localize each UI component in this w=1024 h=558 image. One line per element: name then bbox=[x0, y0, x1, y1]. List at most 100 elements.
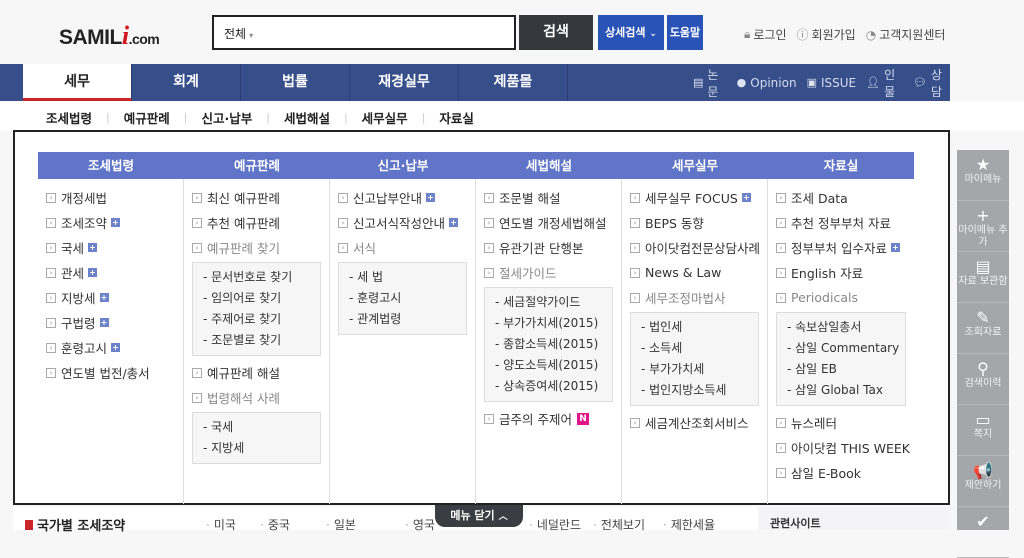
menu-item[interactable]: › 세금계산조회서비스 bbox=[622, 410, 767, 435]
country-link[interactable]: · 영국 bbox=[405, 516, 435, 533]
search-input[interactable]: 전체 ▾ bbox=[212, 15, 516, 50]
submenu-item[interactable]: - 소득세 bbox=[641, 338, 758, 359]
menu-item[interactable]: › 지방세 + bbox=[38, 285, 183, 310]
quick-menu-item[interactable]: ▭ 쪽지 bbox=[957, 405, 1009, 456]
submenu-item[interactable]: - 임의어로 찾기 bbox=[203, 288, 320, 309]
quick-menu-item[interactable]: + 마이메뉴 추가 bbox=[957, 201, 1009, 252]
quick-menu-item[interactable]: 📢 제안하기 bbox=[957, 456, 1009, 507]
menu-item[interactable]: › 유관기관 단행본 bbox=[476, 235, 621, 260]
submenu-item[interactable]: - 삼일 Global Tax bbox=[787, 380, 905, 401]
login-link[interactable]: 🔒︎ 로그인 bbox=[744, 26, 787, 43]
menu-item[interactable]: › 아이닷컴전문상담사례 bbox=[622, 235, 767, 260]
nav-tab-tax[interactable]: 세무 bbox=[23, 64, 132, 101]
quick-menu-item[interactable]: ✎ 조회자료 bbox=[957, 303, 1009, 354]
nav-link-papers[interactable]: ▤ 논문 bbox=[693, 66, 727, 100]
submenu-item[interactable]: - 법인세 bbox=[641, 317, 758, 338]
menu-item[interactable]: › 개정세법 bbox=[38, 185, 183, 210]
country-link[interactable]: · 일본 bbox=[326, 516, 356, 533]
menu-item[interactable]: › 구법령 + bbox=[38, 310, 183, 335]
country-link[interactable]: · 미국 bbox=[206, 516, 236, 533]
subnav-item[interactable]: 세법해설 bbox=[284, 108, 330, 127]
expand-plus-icon[interactable]: + bbox=[890, 243, 900, 252]
subnav-item[interactable]: 조세법령 bbox=[46, 108, 92, 127]
help-button[interactable]: 도움말 bbox=[667, 15, 703, 50]
menu-item[interactable]: › 절세가이드 bbox=[476, 260, 621, 285]
menu-item[interactable]: › 삼일 E-Book bbox=[768, 460, 914, 485]
nav-tab-accounting[interactable]: 회계 bbox=[132, 64, 241, 101]
menu-item[interactable]: › 조세 Data bbox=[768, 185, 914, 210]
site-logo[interactable]: SAMILi.com bbox=[59, 21, 160, 51]
menu-item[interactable]: › 연도별 법전/총서 bbox=[38, 360, 183, 385]
nav-tab-shop[interactable]: 제품몰 bbox=[459, 64, 568, 101]
submenu-item[interactable]: - 속보삼일총서 bbox=[787, 317, 905, 338]
menu-item[interactable]: › 정부부처 입수자료 + bbox=[768, 235, 914, 260]
menu-item[interactable]: › News & Law bbox=[622, 260, 767, 285]
menu-column-header[interactable]: 신고·납부 bbox=[330, 152, 476, 179]
signup-link[interactable]: ⓘ 회원가입 bbox=[797, 26, 856, 43]
menu-item[interactable]: › 예규판례 찾기 bbox=[184, 235, 329, 260]
nav-tab-law[interactable]: 법률 bbox=[241, 64, 350, 101]
submenu-item[interactable]: - 지방세 bbox=[203, 438, 320, 459]
country-link[interactable]: · 네덜란드 bbox=[529, 516, 581, 533]
menu-item[interactable]: › 훈령고시 + bbox=[38, 335, 183, 360]
country-link[interactable]: · 중국 bbox=[260, 516, 290, 533]
submenu-item[interactable]: - 세금절약가이드 bbox=[495, 292, 612, 313]
menu-item[interactable]: › 추천 예규판례 bbox=[184, 210, 329, 235]
country-link[interactable]: · 제한세율 bbox=[663, 516, 715, 533]
submenu-item[interactable]: - 세 법 bbox=[349, 267, 466, 288]
subnav-item[interactable]: 자료실 bbox=[439, 108, 474, 127]
menu-item[interactable]: › BEPS 동향 bbox=[622, 210, 767, 235]
nav-link-consult[interactable]: 💬︎ 상담 bbox=[913, 66, 950, 100]
support-link[interactable]: ◔ 고객지원센터 bbox=[866, 26, 946, 43]
submenu-item[interactable]: - 양도소득세(2015) bbox=[495, 355, 612, 376]
menu-item[interactable]: › 관세 + bbox=[38, 260, 183, 285]
subnav-item[interactable]: 예규판례 bbox=[124, 108, 170, 127]
expand-plus-icon[interactable]: + bbox=[111, 343, 121, 352]
nav-link-people[interactable]: 👤︎ 인물 bbox=[866, 66, 903, 100]
submenu-item[interactable]: - 문서번호로 찾기 bbox=[203, 267, 320, 288]
subnav-item[interactable]: 신고·납부 bbox=[201, 108, 252, 127]
submenu-item[interactable]: - 부가가치세(2015) bbox=[495, 313, 612, 334]
menu-column-header[interactable]: 자료실 bbox=[768, 152, 914, 179]
search-scope-select[interactable]: 전체 ▾ bbox=[224, 25, 253, 42]
submenu-item[interactable]: - 종합소득세(2015) bbox=[495, 334, 612, 355]
nav-link-issue[interactable]: ▣ ISSUE bbox=[807, 76, 857, 90]
menu-item[interactable]: › 금주의 주제어 N bbox=[476, 406, 621, 431]
detail-search-button[interactable]: 상세검색 ⌄ bbox=[598, 15, 664, 50]
expand-plus-icon[interactable]: + bbox=[449, 218, 459, 227]
submenu-item[interactable]: - 삼일 Commentary bbox=[787, 338, 905, 359]
expand-plus-icon[interactable]: + bbox=[111, 218, 121, 227]
submenu-item[interactable]: - 삼일 EB bbox=[787, 359, 905, 380]
expand-plus-icon[interactable]: + bbox=[741, 193, 751, 202]
quick-menu-item[interactable]: ⚲ 검색이력 bbox=[957, 354, 1009, 405]
menu-item[interactable]: › 뉴스레터 bbox=[768, 410, 914, 435]
submenu-item[interactable]: - 국세 bbox=[203, 417, 320, 438]
country-treaty-title[interactable]: 국가별 조세조약 bbox=[25, 515, 125, 534]
menu-column-header[interactable]: 세법해설 bbox=[476, 152, 622, 179]
menu-column-header[interactable]: 세무실무 bbox=[622, 152, 768, 179]
submenu-item[interactable]: - 부가가치세 bbox=[641, 359, 758, 380]
close-menu-button[interactable]: 메뉴 닫기 ︿ bbox=[435, 505, 523, 527]
menu-item[interactable]: › 서식 bbox=[330, 235, 475, 260]
nav-link-opinion[interactable]: ● Opinion bbox=[737, 76, 797, 90]
expand-plus-icon[interactable]: + bbox=[88, 243, 98, 252]
nav-tab-finance-practice[interactable]: 재경실무 bbox=[350, 64, 459, 101]
subnav-item[interactable]: 세무실무 bbox=[362, 108, 408, 127]
menu-item[interactable]: › Periodicals bbox=[768, 285, 914, 310]
menu-item[interactable]: › 예규판례 해설 bbox=[184, 360, 329, 385]
submenu-item[interactable]: - 상속증여세(2015) bbox=[495, 376, 612, 397]
submenu-item[interactable]: - 법인지방소득세 bbox=[641, 380, 758, 401]
menu-item[interactable]: › 아이닷컴 THIS WEEK bbox=[768, 435, 914, 460]
menu-column-header[interactable]: 조세법령 bbox=[38, 152, 184, 179]
menu-column-header[interactable]: 예규판례 bbox=[184, 152, 330, 179]
menu-item[interactable]: › 추천 정부부처 자료 bbox=[768, 210, 914, 235]
expand-plus-icon[interactable]: + bbox=[426, 193, 436, 202]
search-button[interactable]: 검색 bbox=[519, 15, 593, 50]
menu-item[interactable]: › 법령해석 사례 bbox=[184, 385, 329, 410]
submenu-item[interactable]: - 훈령고시 bbox=[349, 288, 466, 309]
quick-menu-item[interactable]: ▤ 자료 보관함 bbox=[957, 252, 1009, 303]
quick-menu-item[interactable]: ★ 마이메뉴 bbox=[957, 150, 1009, 201]
menu-item[interactable]: › 세무조정마법사 bbox=[622, 285, 767, 310]
expand-plus-icon[interactable]: + bbox=[99, 318, 109, 327]
menu-item[interactable]: › 최신 예규판례 bbox=[184, 185, 329, 210]
